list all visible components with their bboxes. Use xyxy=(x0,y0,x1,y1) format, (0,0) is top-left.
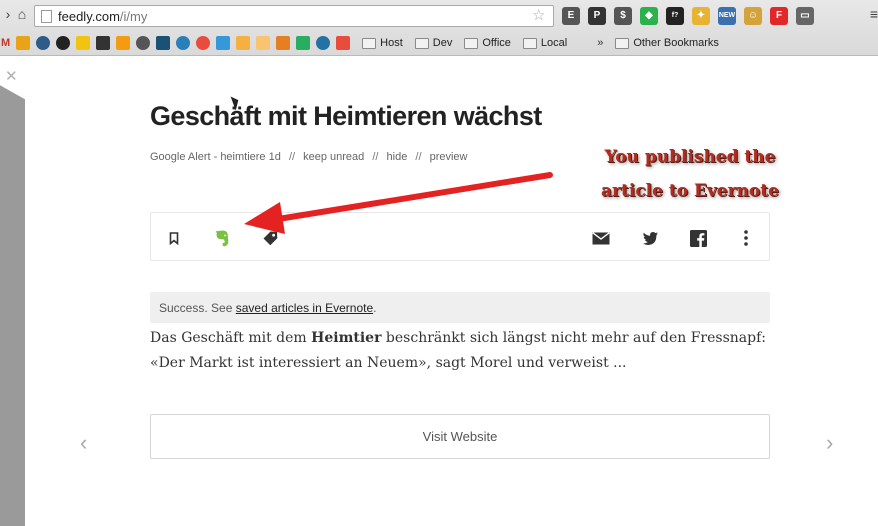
meta-separator: // xyxy=(372,151,379,163)
page-icon xyxy=(41,9,52,23)
twitter-icon[interactable] xyxy=(639,227,661,249)
gmail-bookmark-icon[interactable]: M xyxy=(1,37,10,49)
fx-ext-icon[interactable]: f? xyxy=(666,7,684,25)
bookmark-icon[interactable] xyxy=(36,36,51,50)
bookmark-icon[interactable] xyxy=(176,36,191,50)
bookmark-icon[interactable] xyxy=(216,36,231,50)
bookmark-icon[interactable] xyxy=(136,36,151,50)
bookmark-icon[interactable] xyxy=(236,36,251,50)
close-icon[interactable]: ✕ xyxy=(5,69,18,85)
flipboard-ext-icon[interactable]: F xyxy=(770,7,788,25)
folder-icon xyxy=(362,37,377,49)
bookmark-icon[interactable] xyxy=(16,36,31,50)
bookmark-icon[interactable] xyxy=(276,36,291,50)
folder-icon xyxy=(464,37,479,49)
feedly-ext-icon[interactable]: ◆ xyxy=(640,7,658,25)
github-icon[interactable] xyxy=(56,36,71,50)
url-host: feedly.com xyxy=(58,8,120,24)
picasa-icon[interactable] xyxy=(196,36,211,50)
pocket-icon[interactable] xyxy=(96,36,111,50)
url-path: /i/my xyxy=(119,8,148,24)
bookmark-icon[interactable] xyxy=(256,36,271,50)
bookmark-icon[interactable] xyxy=(296,36,311,50)
bookmark-folder-office[interactable]: Office xyxy=(464,37,511,49)
browser-chrome: › ⌂ feedly.com/i/my ☆ E P $ ◆ f? ✦ NEW ☺ F ▭ ≡ M … xyxy=(0,0,878,56)
folder-icon xyxy=(615,37,630,49)
bookmark-folder-host[interactable]: Host xyxy=(362,37,403,49)
article-excerpt: Das Geschäft mit dem Heimtier beschränkt… xyxy=(150,326,780,376)
url-bar-row: › ⌂ feedly.com/i/my ☆ E P $ ◆ f? ✦ NEW ☺ F ▭ ≡ xyxy=(0,2,878,28)
mic-ext-icon[interactable]: $ xyxy=(614,7,632,25)
more-options-icon[interactable] xyxy=(735,227,757,249)
success-suffix: . xyxy=(373,301,377,315)
tag-icon[interactable] xyxy=(259,227,281,249)
success-text: Success. See xyxy=(159,301,236,315)
home-icon[interactable]: ⌂ xyxy=(14,6,30,22)
visit-website-button[interactable]: Visit Website xyxy=(150,414,770,459)
puzzle-ext-icon[interactable]: ✦ xyxy=(692,7,710,25)
article-source[interactable]: Google Alert - heimtiere xyxy=(150,151,266,163)
bookmark-folder-local[interactable]: Local xyxy=(522,37,567,49)
folder-icon xyxy=(522,37,537,49)
bookmarks-overflow-button[interactable]: » xyxy=(597,37,603,49)
bookmark-icon[interactable] xyxy=(116,36,131,50)
email-icon[interactable] xyxy=(590,227,612,249)
previous-article-icon[interactable]: ‹ xyxy=(80,432,87,454)
evernote-ext-icon[interactable]: E xyxy=(562,7,580,25)
bookmark-folder-dev[interactable]: Dev xyxy=(414,37,452,49)
bookmark-icon[interactable] xyxy=(336,36,351,50)
save-for-later-bookmark-icon[interactable] xyxy=(163,227,185,249)
facebook-icon[interactable] xyxy=(687,227,709,249)
extension-toolbar: E P $ ◆ f? ✦ NEW ☺ F ▭ xyxy=(562,7,814,25)
annotation-callout: You published the article to Evernote xyxy=(585,140,795,208)
article-title[interactable]: Geschäft mit Heimtieren wächst xyxy=(150,101,542,132)
callout-line-2: article to Evernote xyxy=(601,181,779,201)
cast-ext-icon[interactable]: ▭ xyxy=(796,7,814,25)
excerpt-text: Das Geschäft mit dem xyxy=(150,330,312,346)
menu-icon[interactable]: ≡ xyxy=(866,6,878,22)
pocket-ext-icon[interactable]: P xyxy=(588,7,606,25)
callout-line-1: You published the xyxy=(604,147,776,167)
bookmarks-bar: M Host Dev Office Local » Other Bookmark… xyxy=(0,32,878,54)
folder-icon xyxy=(414,37,429,49)
next-article-icon[interactable]: › xyxy=(826,432,833,454)
keep-unread-link[interactable]: keep unread xyxy=(303,151,364,163)
other-bookmarks-folder[interactable]: Other Bookmarks xyxy=(615,37,719,49)
meta-separator: // xyxy=(415,151,422,163)
article-action-bar xyxy=(150,212,770,261)
new-ext-icon[interactable]: NEW xyxy=(718,7,736,25)
success-message: Success. See saved articles in Evernote. xyxy=(150,292,770,323)
article-meta: Google Alert - heimtiere 1d // keep unre… xyxy=(150,151,468,163)
article-age: 1d xyxy=(268,151,281,163)
evernote-icon[interactable] xyxy=(211,227,233,249)
bookmark-star-icon[interactable]: ☆ xyxy=(532,8,545,24)
hide-link[interactable]: hide xyxy=(387,151,408,163)
excerpt-keyword: Heimtier xyxy=(311,330,382,346)
cf-icon[interactable] xyxy=(76,36,91,50)
bookmark-icon[interactable] xyxy=(316,36,331,50)
meta-separator: // xyxy=(288,151,296,163)
face-ext-icon[interactable]: ☺ xyxy=(744,7,762,25)
left-gutter xyxy=(0,56,25,526)
bookmark-icon[interactable] xyxy=(156,36,171,50)
saved-articles-link[interactable]: saved articles in Evernote xyxy=(236,301,373,315)
preview-link[interactable]: preview xyxy=(430,151,468,163)
address-bar[interactable]: feedly.com/i/my xyxy=(34,5,554,27)
